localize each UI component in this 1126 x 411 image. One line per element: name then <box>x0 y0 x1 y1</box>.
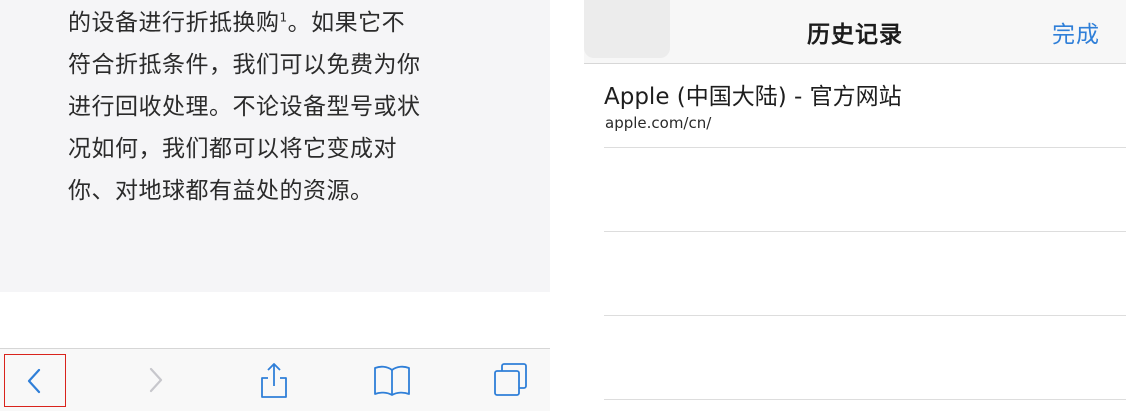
history-item-title: Apple (中国大陆) - 官方网站 <box>604 84 902 110</box>
paragraph-line-1-text: 的设备进行折抵换购 <box>68 10 280 36</box>
history-item-empty <box>604 316 1126 400</box>
history-item-empty <box>604 148 1126 232</box>
forward-button[interactable] <box>125 349 185 411</box>
bookmarks-icon <box>374 365 410 396</box>
history-item[interactable]: Apple (中国大陆) - 官方网站 apple.com/cn/ <box>604 64 1126 148</box>
safari-bottom-toolbar <box>0 348 550 411</box>
web-content[interactable]: 的设备进行折抵换购1。如果它不 符合折抵条件，我们可以免费为你 进行回收处理。不… <box>0 0 550 292</box>
history-item-empty <box>604 232 1126 316</box>
paragraph-line-1-tail: 。如果它不 <box>287 10 406 36</box>
history-list: Apple (中国大陆) - 官方网站 apple.com/cn/ <box>604 64 1126 400</box>
paragraph-line-3: 进行回收处理。不论设备型号或状 <box>68 94 421 120</box>
history-screen: 历史记录 完成 Apple (中国大陆) - 官方网站 apple.com/cn… <box>584 0 1126 411</box>
paragraph-line-4: 况如何，我们都可以将它变成对 <box>68 136 397 162</box>
history-item-url: apple.com/cn/ <box>605 114 712 132</box>
share-icon <box>261 363 287 398</box>
back-icon <box>27 368 41 393</box>
paragraph-line-2: 符合折抵条件，我们可以免费为你 <box>68 52 421 78</box>
history-title: 历史记录 <box>807 22 903 48</box>
paragraph-line-5: 你、对地球都有益处的资源。 <box>68 178 374 204</box>
tabs-button[interactable] <box>481 349 541 411</box>
share-button[interactable] <box>244 349 304 411</box>
safari-page-screen: 的设备进行折抵换购1。如果它不 符合折抵条件，我们可以免费为你 进行回收处理。不… <box>0 0 550 411</box>
bookmarks-button[interactable] <box>362 349 422 411</box>
tabs-icon <box>494 363 527 396</box>
paragraph-line-1: 的设备进行折抵换购1。如果它不 <box>68 2 488 44</box>
footnote-mark[interactable]: 1 <box>280 10 288 24</box>
forward-icon <box>149 367 163 393</box>
article-paragraph: 的设备进行折抵换购1。如果它不 符合折抵条件，我们可以免费为你 进行回收处理。不… <box>68 2 488 212</box>
done-button[interactable]: 完成 <box>1052 15 1100 49</box>
screenshot-stage: 的设备进行折抵换购1。如果它不 符合折抵条件，我们可以免费为你 进行回收处理。不… <box>0 0 1126 411</box>
history-nav-bar: 历史记录 完成 <box>584 0 1126 64</box>
back-button[interactable] <box>4 354 66 407</box>
